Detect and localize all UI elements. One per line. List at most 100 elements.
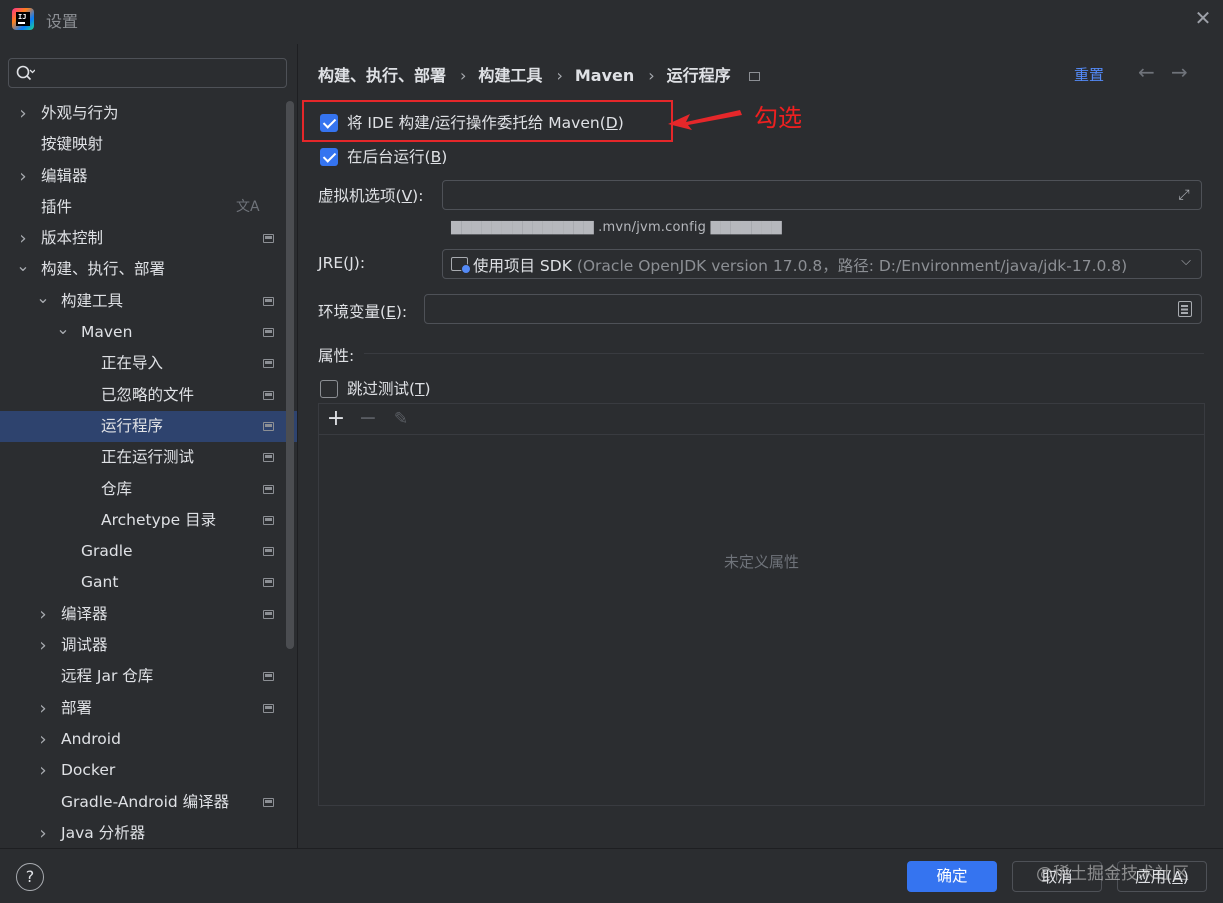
document-list-icon[interactable] <box>1178 301 1192 317</box>
project-scope-icon <box>263 515 274 525</box>
chevron-right-icon[interactable]: › <box>36 630 50 661</box>
hint-masked-text: ▇▇▇▇▇▇▇ <box>710 220 782 235</box>
sidebar-item[interactable]: › Java 分析器 <box>0 818 297 849</box>
sidebar-item[interactable]: Gant <box>0 567 297 598</box>
sidebar-item[interactable]: 正在导入 <box>0 348 297 379</box>
sidebar-item[interactable]: Gradle <box>0 536 297 567</box>
sidebar-item-label: 部署 <box>61 698 93 717</box>
sidebar-item-label: 编辑器 <box>41 166 88 185</box>
mnemonic: V <box>401 187 413 205</box>
chevron-down-icon[interactable]: ⌄ <box>36 282 50 313</box>
settings-sidebar: › 外观与行为 按键映射 › 编辑器 插件 文A › 版本控制 ⌄ 构建、执行、部署 ⌄ 构建工具 ⌄ Ma… <box>0 44 297 848</box>
sidebar-item[interactable]: 按键映射 <box>0 129 297 160</box>
add-icon[interactable]: + <box>324 407 348 431</box>
sidebar-item[interactable]: › Android <box>0 724 297 755</box>
sidebar-item-label: Java 分析器 <box>61 823 146 842</box>
properties-empty-text: 未定义属性 <box>723 553 799 571</box>
project-scope-icon <box>263 484 274 494</box>
close-icon[interactable]: ✕ <box>1193 8 1213 28</box>
chevron-down-icon[interactable]: ⌄ <box>56 313 70 344</box>
sidebar-item[interactable]: Archetype 目录 <box>0 505 297 536</box>
translate-icon: 文A <box>236 198 260 215</box>
project-scope-icon <box>263 390 274 400</box>
breadcrumb-item[interactable]: Maven <box>575 66 634 85</box>
sidebar-item[interactable]: › 编译器 <box>0 599 297 630</box>
edit-pencil-icon[interactable]: ✎ <box>389 407 413 431</box>
chevron-down-icon[interactable]: ⌵ <box>1181 254 1191 269</box>
breadcrumb-separator-icon: › <box>648 66 655 85</box>
vm-options-input[interactable] <box>451 185 1134 205</box>
mnemonic: E <box>386 303 396 321</box>
hint-path: .mvn/jvm.config <box>598 220 707 235</box>
chevron-right-icon[interactable]: › <box>16 161 30 192</box>
chevron-right-icon[interactable]: › <box>36 599 50 630</box>
chevron-right-icon[interactable]: › <box>36 724 50 755</box>
sidebar-item[interactable]: › 外观与行为 <box>0 98 297 129</box>
chevron-right-icon[interactable]: › <box>16 98 30 129</box>
jre-selected-detail: (Oracle OpenJDK version 17.0.8，路径: D:/En… <box>576 257 1128 275</box>
chevron-right-icon[interactable]: › <box>36 693 50 724</box>
sidebar-item-label: 远程 Jar 仓库 <box>61 667 154 686</box>
env-vars-input[interactable] <box>433 299 1132 319</box>
sidebar-scrollbar[interactable] <box>286 101 294 649</box>
sidebar-item[interactable]: › 调试器 <box>0 630 297 661</box>
expand-icon[interactable]: ⤢ <box>1175 186 1193 204</box>
jre-label: JRE(J): <box>318 254 365 272</box>
ok-button[interactable]: 确定 <box>907 861 997 892</box>
sidebar-item[interactable]: 远程 Jar 仓库 <box>0 661 297 692</box>
sidebar-item[interactable]: ⌄ 构建工具 <box>0 286 297 317</box>
sidebar-item[interactable]: 仓库 <box>0 474 297 505</box>
breadcrumb-item[interactable]: 构建工具 <box>478 66 542 85</box>
sidebar-item-label: 运行程序 <box>101 416 164 435</box>
sidebar-item-label: Docker <box>61 761 116 780</box>
chevron-right-icon[interactable]: › <box>36 755 50 786</box>
checkbox-checked-icon[interactable] <box>320 148 338 166</box>
search-field[interactable] <box>8 58 287 88</box>
project-scope-icon <box>263 328 274 338</box>
breadcrumb-item[interactable]: 运行程序 <box>667 66 731 85</box>
sidebar-item-label: Maven <box>81 323 133 342</box>
help-icon[interactable]: ? <box>16 863 44 891</box>
remove-icon[interactable]: − <box>356 407 380 431</box>
sidebar-item-label: 调试器 <box>61 636 108 655</box>
mnemonic: B <box>430 148 442 166</box>
vm-options-field[interactable]: ⤢ <box>442 180 1202 210</box>
jre-select[interactable]: 使用项目 SDK (Oracle OpenJDK version 17.0.8，… <box>442 249 1202 279</box>
chevron-down-icon[interactable]: ⌄ <box>16 250 30 281</box>
chevron-right-icon[interactable]: › <box>36 818 50 849</box>
env-vars-label: 环境变量(E): <box>318 300 407 322</box>
sidebar-item[interactable]: 运行程序 <box>0 410 297 443</box>
search-input[interactable] <box>43 63 273 83</box>
breadcrumb-item[interactable]: 构建、执行、部署 <box>318 66 446 85</box>
label-text: 环境变量( <box>318 303 387 321</box>
sidebar-item[interactable]: Gradle-Android 编译器 <box>0 787 297 818</box>
sidebar-item[interactable]: 插件 文A <box>0 192 297 223</box>
annotation-text: 勾选 <box>754 104 802 132</box>
sidebar-item[interactable]: 已忽略的文件 <box>0 380 297 411</box>
project-scope-icon <box>263 296 274 306</box>
sidebar-item[interactable]: 正在运行测试 <box>0 442 297 473</box>
properties-label: 属性: <box>318 347 355 365</box>
sidebar-item[interactable]: › 编辑器 <box>0 161 297 192</box>
back-arrow-icon[interactable]: ← <box>1138 60 1155 84</box>
label-text: JRE( <box>318 254 350 272</box>
vm-options-hint: ▇▇▇▇▇▇▇▇▇▇▇▇▇▇ .mvn/jvm.config ▇▇▇▇▇▇▇ <box>451 220 782 235</box>
sidebar-item[interactable]: › 版本控制 <box>0 223 297 254</box>
vm-options-label: 虚拟机选项(V): <box>318 184 423 206</box>
reset-link[interactable]: 重置 <box>1074 64 1104 85</box>
forward-arrow-icon[interactable]: → <box>1171 60 1188 84</box>
label-text: 虚拟机选项( <box>318 187 402 205</box>
sidebar-item-label: Android <box>61 729 121 748</box>
checkbox-unchecked-icon[interactable] <box>320 380 338 398</box>
project-scope-icon <box>263 609 274 619</box>
breadcrumb: 构建、执行、部署 › 构建工具 › Maven › 运行程序 <box>318 62 762 86</box>
sidebar-item[interactable]: › Docker <box>0 755 297 786</box>
sidebar-item[interactable]: › 部署 <box>0 693 297 724</box>
label-suffix: ) <box>441 148 448 166</box>
sidebar-item-label: 编译器 <box>61 604 108 623</box>
properties-separator <box>364 353 1204 354</box>
sidebar-item-label: 已忽略的文件 <box>101 385 195 404</box>
env-vars-field[interactable] <box>424 294 1202 324</box>
sidebar-item[interactable]: ⌄ Maven <box>0 317 297 348</box>
search-icon <box>16 65 35 81</box>
